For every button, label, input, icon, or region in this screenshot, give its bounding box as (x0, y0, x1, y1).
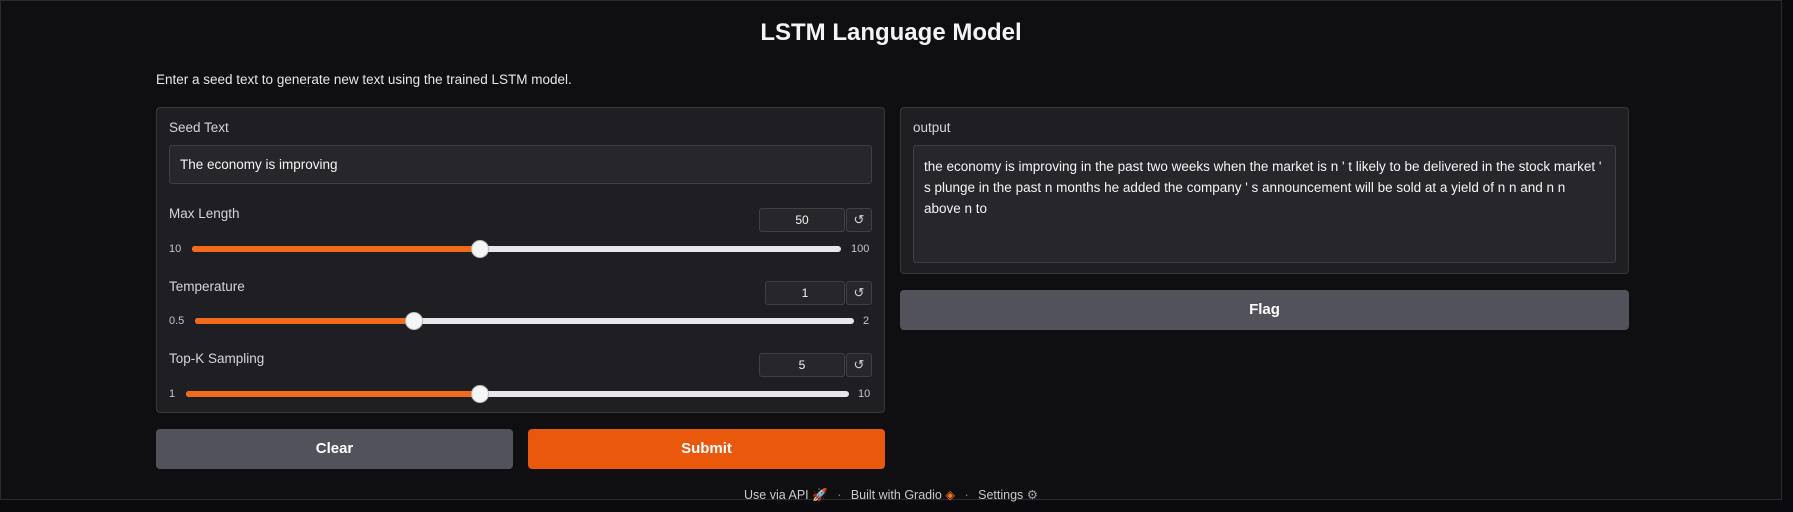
max-length-reset-button[interactable]: ↺ (846, 208, 872, 232)
max-length-slider-thumb[interactable] (471, 240, 490, 258)
top-k-max: 10 (858, 388, 871, 400)
max-length-number[interactable]: 50 (759, 208, 845, 232)
gradio-logo-icon: ◈ (945, 488, 955, 502)
max-length-slider-fill (192, 246, 481, 252)
max-length-max: 100 (851, 243, 870, 255)
app-window: LSTM Language Model Enter a seed text to… (0, 0, 1782, 503)
top-k-label: Top-K Sampling (169, 351, 265, 366)
page-title: LSTM Language Model (760, 19, 1022, 46)
max-length-slider[interactable] (192, 240, 841, 258)
rocket-icon: 🚀 (812, 488, 828, 502)
top-k-reset-button[interactable]: ↺ (846, 353, 872, 377)
top-k-min: 1 (169, 388, 176, 400)
reset-icon: ↺ (853, 357, 865, 372)
footer-separator: · (837, 488, 842, 502)
temperature-slider[interactable] (195, 312, 854, 330)
max-length-min: 10 (169, 243, 182, 255)
settings-label: Settings (978, 488, 1024, 502)
built-with-gradio-label: Built with Gradio (850, 488, 942, 502)
footer-separator: · (964, 488, 969, 502)
gear-icon: ⚙ (1026, 488, 1038, 502)
use-via-api-link[interactable]: Use via API 🚀 (744, 488, 828, 503)
output-text: the economy is improving in the past two… (924, 159, 1602, 216)
temperature-reset-button[interactable]: ↺ (846, 281, 872, 305)
top-k-number[interactable]: 5 (759, 353, 845, 377)
seed-text-label: Seed Text (169, 120, 229, 135)
input-panel: Seed Text The economy is improving Max L… (156, 107, 885, 413)
page-description: Enter a seed text to generate new text u… (156, 72, 572, 87)
output-textbox[interactable]: the economy is improving in the past two… (913, 145, 1616, 263)
built-with-gradio-link[interactable]: Built with Gradio ◈ (851, 487, 955, 502)
flag-button[interactable]: Flag (900, 290, 1629, 330)
seed-text-input[interactable]: The economy is improving (169, 145, 872, 184)
settings-link[interactable]: Settings ⚙ (978, 487, 1038, 502)
top-k-slider-fill (186, 391, 481, 397)
temperature-slider-thumb[interactable] (405, 312, 424, 330)
temperature-min: 0.5 (169, 315, 185, 327)
reset-icon: ↺ (853, 285, 865, 300)
seed-text-value: The economy is improving (180, 157, 338, 172)
clear-button[interactable]: Clear (156, 429, 513, 469)
footer: Use via API 🚀 · Built with Gradio ◈ · Se… (1, 487, 1781, 503)
submit-button[interactable]: Submit (528, 429, 885, 469)
max-length-label: Max Length (169, 206, 240, 221)
output-panel: output the economy is improving in the p… (900, 107, 1629, 274)
use-via-api-label: Use via API (744, 488, 809, 502)
top-k-slider-thumb[interactable] (471, 385, 490, 403)
temperature-max: 2 (863, 315, 870, 327)
output-label: output (913, 120, 951, 135)
temperature-slider-fill (195, 318, 415, 324)
temperature-label: Temperature (169, 279, 245, 294)
temperature-number[interactable]: 1 (765, 281, 845, 305)
reset-icon: ↺ (853, 212, 865, 227)
top-k-slider[interactable] (186, 385, 849, 403)
